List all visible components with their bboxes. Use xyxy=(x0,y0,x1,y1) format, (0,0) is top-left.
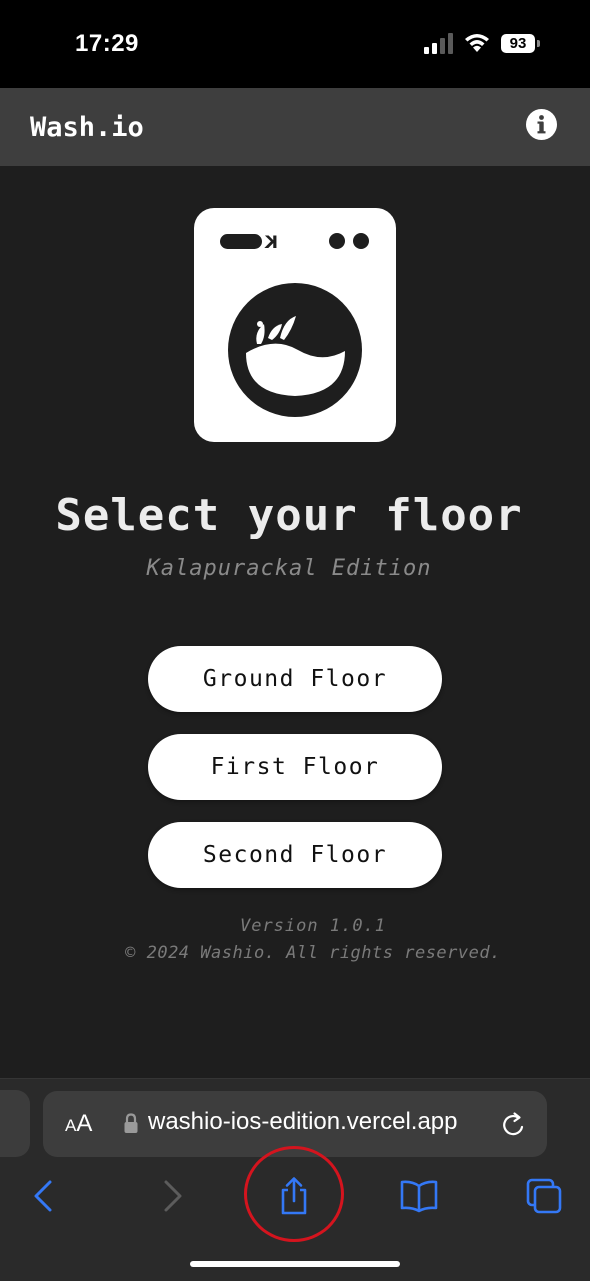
home-indicator xyxy=(190,1261,400,1267)
signal-icon xyxy=(424,33,453,54)
tabs-icon[interactable] xyxy=(524,1176,564,1216)
aa-small-glyph: A xyxy=(65,1116,77,1135)
url-field[interactable]: washio-ios-edition.vercel.app xyxy=(148,1108,488,1142)
battery-tip xyxy=(537,40,540,47)
copyright-text: © 2024 Washio. All rights reserved. xyxy=(125,943,501,963)
washing-machine-logo: K xyxy=(194,208,396,442)
ground-floor-button[interactable]: Ground Floor xyxy=(148,646,442,712)
svg-text:K: K xyxy=(264,233,278,253)
first-floor-button[interactable]: First Floor xyxy=(148,734,442,800)
status-time: 17:29 xyxy=(75,30,139,57)
status-bar: 17:29 93 xyxy=(0,0,590,88)
reload-icon[interactable] xyxy=(500,1111,528,1139)
page-title: Select your floor xyxy=(55,490,523,541)
version-text: Version 1.0.1 xyxy=(239,916,387,936)
reader-settings-button[interactable]: AA xyxy=(65,1110,92,1138)
share-highlight-annotation xyxy=(244,1146,344,1242)
second-floor-button[interactable]: Second Floor xyxy=(148,822,442,888)
battery-icon: 93 xyxy=(501,34,535,53)
forward-icon xyxy=(164,1180,182,1212)
app-title[interactable]: Wash.io xyxy=(30,112,144,143)
wifi-icon xyxy=(465,34,489,52)
bookmarks-icon[interactable] xyxy=(399,1176,439,1216)
info-icon[interactable] xyxy=(526,109,557,140)
app-header: Wash.io xyxy=(0,88,590,166)
lock-icon xyxy=(124,1113,138,1133)
previous-tab-preview[interactable] xyxy=(0,1090,30,1157)
page-subtitle: Kalapurackal Edition xyxy=(146,556,432,581)
aa-large-glyph: A xyxy=(76,1110,93,1137)
back-icon[interactable] xyxy=(24,1176,64,1216)
